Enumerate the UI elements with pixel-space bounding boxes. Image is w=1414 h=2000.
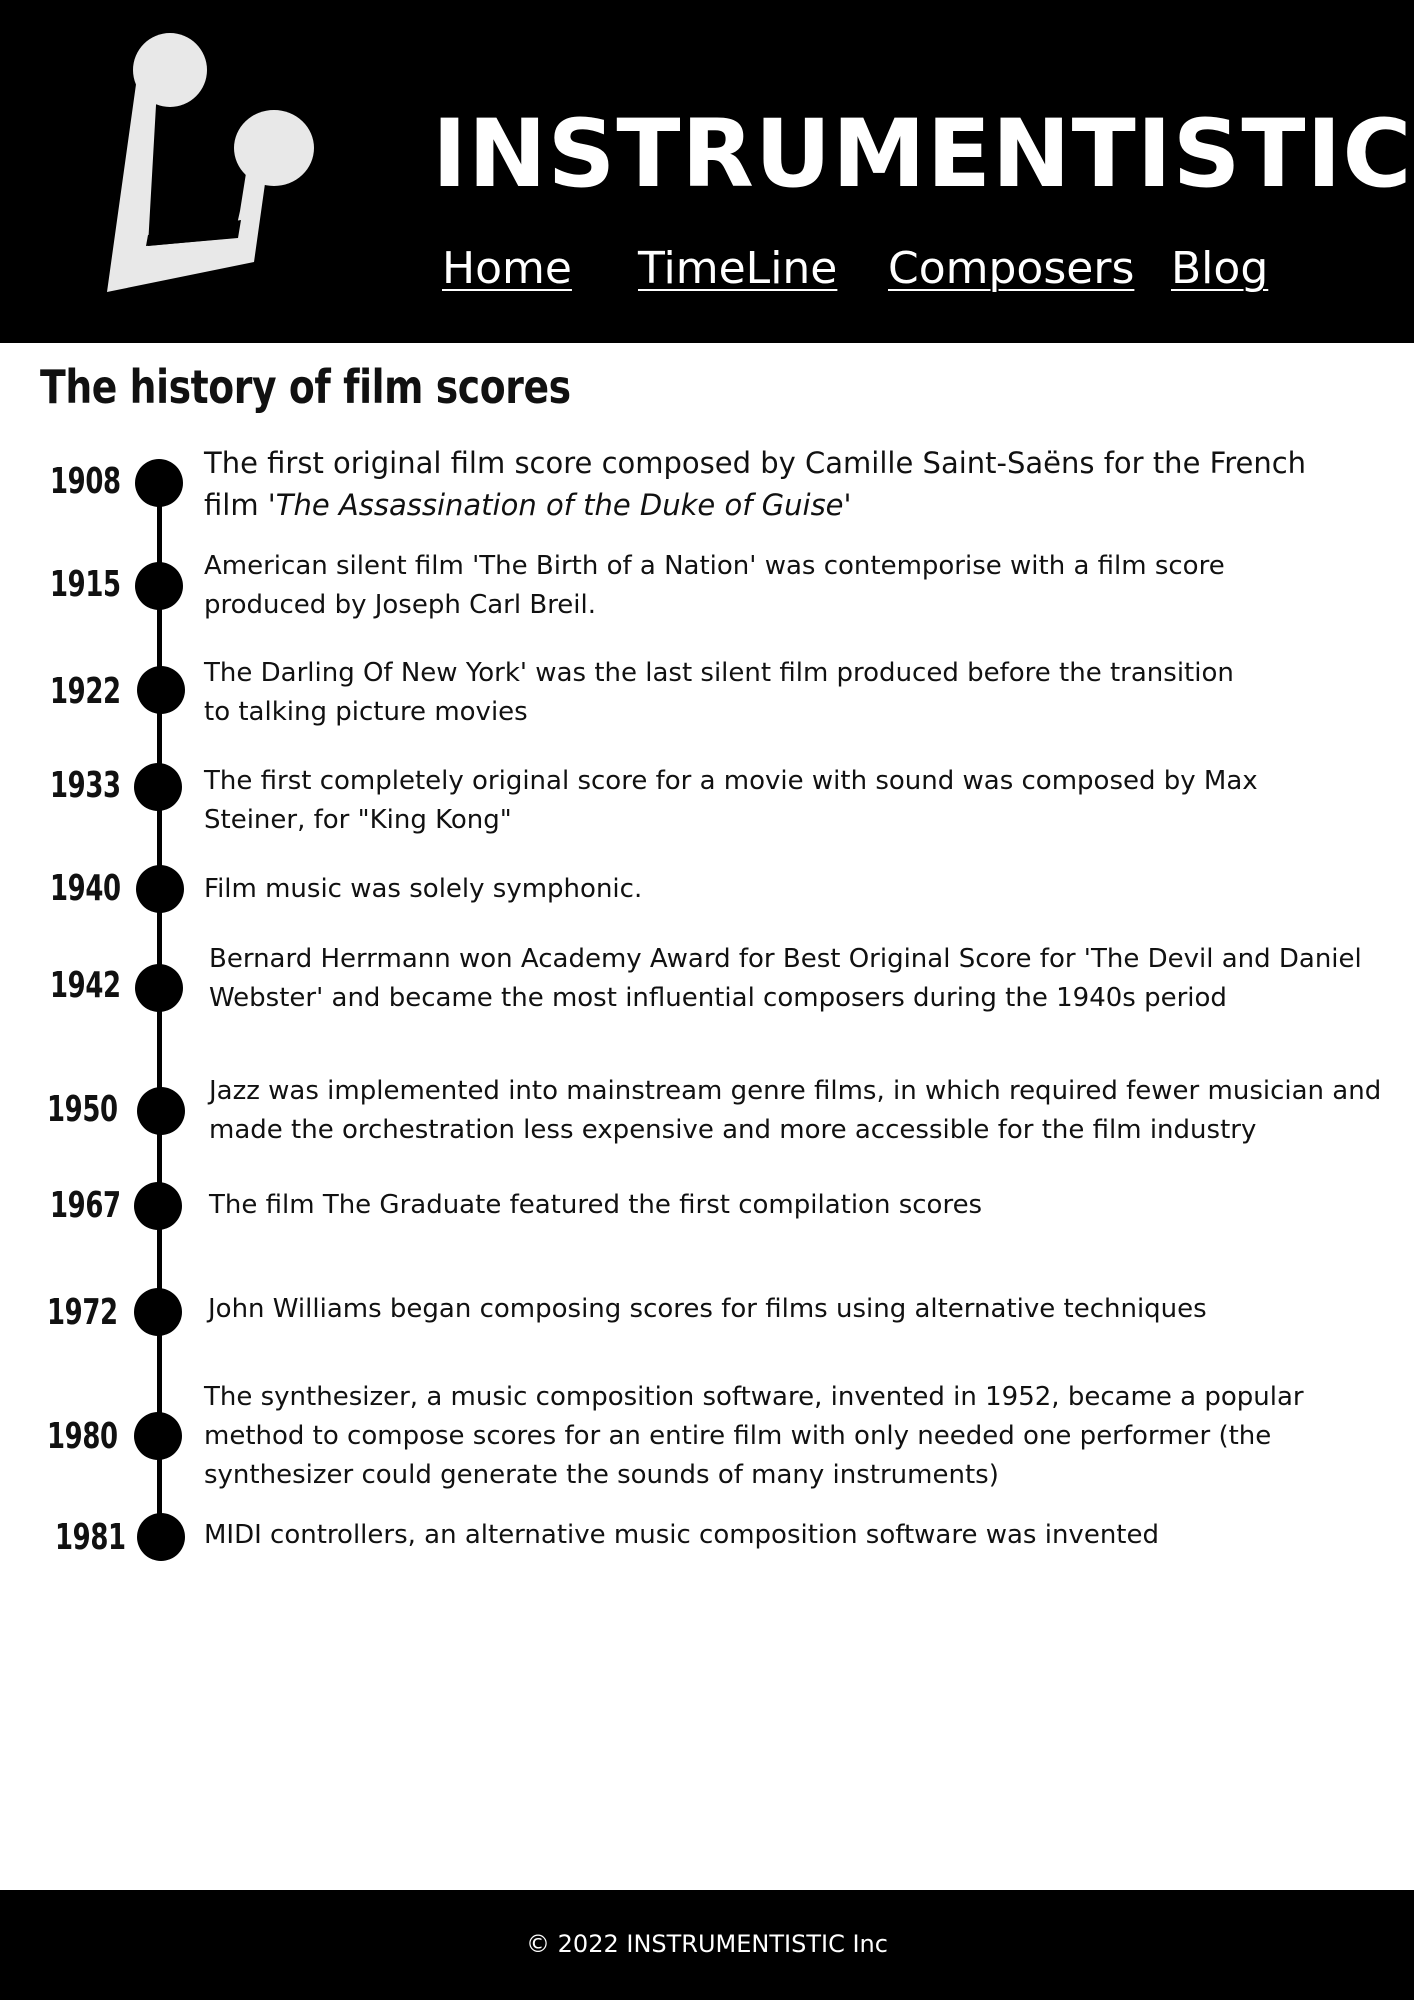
timeline-year: 1908 [50, 461, 121, 502]
timeline-year: 1933 [50, 765, 121, 806]
timeline-text-line: The film The Graduate featured the first… [209, 1190, 983, 1220]
site-footer: © 2022 INSTRUMENTISTIC Inc [0, 1890, 1414, 2000]
timeline-description: American silent film 'The Birth of a Nat… [204, 547, 1225, 625]
timeline-text-line: film 'The Assassination of the Duke of G… [204, 484, 1306, 526]
timeline-description: The first original film score composed b… [204, 442, 1306, 526]
timeline-dot [137, 666, 185, 714]
timeline-description: John Williams began composing scores for… [208, 1290, 1207, 1329]
timeline-description: MIDI controllers, an alternative music c… [204, 1516, 1159, 1555]
timeline-description: The film The Graduate featured the first… [209, 1186, 982, 1225]
timeline-text-fragment: film ' [204, 488, 276, 522]
timeline-text-line: synthesizer could generate the sounds of… [204, 1460, 999, 1490]
timeline-description: Jazz was implemented into mainstream gen… [209, 1072, 1381, 1150]
timeline-dot [137, 1513, 185, 1561]
timeline-text-line: Steiner, for "King Kong" [204, 805, 512, 835]
timeline-dot [134, 1288, 182, 1336]
site-brand: INSTRUMENTISTIC [432, 100, 1413, 209]
timeline-text-line: MIDI controllers, an alternative music c… [204, 1520, 1159, 1550]
timeline-dot [136, 865, 184, 913]
timeline-year: 1950 [47, 1089, 118, 1130]
timeline-text-fragment: ' [843, 488, 852, 522]
timeline-dot [134, 763, 182, 811]
timeline-dot [134, 1412, 182, 1460]
timeline-text-line: Bernard Herrmann won Academy Award for B… [209, 944, 1362, 974]
timeline-year: 1981 [55, 1517, 126, 1558]
timeline-dot [135, 562, 183, 610]
timeline-year: 1940 [50, 868, 121, 909]
timeline-dot [137, 1087, 185, 1135]
timeline-text-line: The first completely original score for … [204, 766, 1258, 796]
timeline-text-line: John Williams began composing scores for… [208, 1294, 1207, 1324]
music-note-icon[interactable] [100, 30, 330, 300]
timeline-year: 1972 [47, 1292, 118, 1333]
timeline-dot [134, 1182, 182, 1230]
site-header: INSTRUMENTISTIC Home TimeLine Composers … [0, 0, 1414, 343]
timeline-year: 1980 [47, 1416, 118, 1457]
page-title: The history of film scores [40, 360, 571, 414]
timeline-year: 1922 [50, 671, 121, 712]
timeline-text-line: The synthesizer, a music composition sof… [204, 1382, 1304, 1412]
timeline-dot [135, 964, 183, 1012]
timeline-text-line: Jazz was implemented into mainstream gen… [209, 1076, 1382, 1106]
nav-link-blog[interactable]: Blog [1171, 243, 1268, 295]
timeline-description: Bernard Herrmann won Academy Award for B… [209, 940, 1362, 1018]
timeline-text-line: Webster' and became the most influential… [209, 983, 1227, 1013]
nav-link-timeline[interactable]: TimeLine [638, 243, 837, 295]
timeline-description: The Darling Of New York' was the last si… [204, 654, 1234, 732]
nav-link-composers[interactable]: Composers [888, 243, 1134, 295]
nav-link-home[interactable]: Home [442, 243, 572, 295]
timeline-description: The first completely original score for … [204, 762, 1258, 840]
timeline-text-line: American silent film 'The Birth of a Nat… [204, 551, 1225, 581]
timeline-description: The synthesizer, a music composition sof… [204, 1378, 1304, 1495]
footer-copyright: © 2022 INSTRUMENTISTIC Inc [526, 1930, 888, 1958]
timeline-year: 1915 [50, 564, 121, 605]
timeline-text-line: to talking picture movies [204, 697, 528, 727]
timeline-text-line: The first original film score composed b… [204, 446, 1307, 480]
timeline-text-line: Film music was solely symphonic. [204, 874, 643, 904]
timeline-description: Film music was solely symphonic. [204, 870, 642, 909]
timeline-text-line: The Darling Of New York' was the last si… [204, 658, 1234, 688]
timeline-year: 1942 [50, 965, 121, 1006]
timeline-year: 1967 [50, 1185, 121, 1226]
timeline-text-line: produced by Joseph Carl Breil. [204, 590, 597, 620]
film-title: The Assassination of the Duke of Guise [275, 488, 844, 522]
timeline-dot [135, 459, 183, 507]
timeline-text-line: made the orchestration less expensive an… [209, 1115, 1257, 1145]
timeline-text-line: method to compose scores for an entire f… [204, 1421, 1272, 1451]
